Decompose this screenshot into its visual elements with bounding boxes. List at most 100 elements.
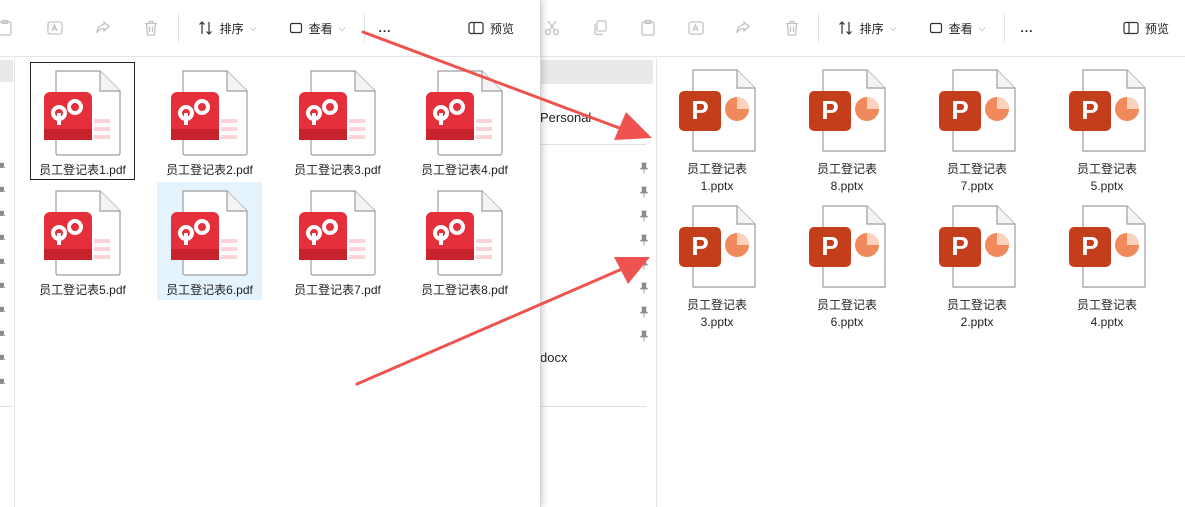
file-name-line2: 4.pptx (1090, 315, 1124, 329)
file-item-pptx[interactable]: P 员工登记表 3.pptx (662, 205, 772, 335)
pin-icon (0, 282, 6, 288)
file-name: 员工登记表7.pdf (294, 283, 381, 297)
sort-icon (838, 21, 852, 35)
view-icon (929, 22, 942, 34)
file-item-pdf[interactable]: 员工登记表5.pdf (30, 182, 135, 300)
cut-icon[interactable] (538, 14, 566, 42)
file-name-line1: 员工登记表 (946, 162, 1007, 176)
pdf-file-icon (44, 70, 121, 156)
pin-icon (0, 330, 6, 336)
file-item-pptx[interactable]: P 员工登记表 7.pptx (922, 69, 1032, 199)
file-name: 员工登记表 3.pptx (662, 297, 772, 331)
pptx-file-icon: P (809, 69, 886, 152)
pptx-file-icon: P (809, 205, 886, 288)
pdf-file-icon (299, 190, 376, 276)
file-item-pptx[interactable]: P 员工登记表 5.pptx (1052, 69, 1162, 199)
pptx-file-icon: P (1069, 69, 1146, 152)
pptx-file-icon: P (679, 205, 756, 288)
file-name-line1: 员工登记表 (686, 162, 747, 176)
file-name-line1: 员工登记表 (816, 162, 877, 176)
sort-label: 排序 (219, 21, 244, 36)
delete-icon[interactable] (139, 14, 163, 42)
file-name-line1: 员工登记表 (686, 298, 747, 312)
svg-text:P: P (1081, 95, 1098, 125)
preview-label: 预览 (489, 21, 514, 36)
nav-item-personal[interactable]: Personal (540, 110, 591, 125)
file-item-pptx[interactable]: P 员工登记表 4.pptx (1052, 205, 1162, 335)
file-item-pdf[interactable]: 员工登记表1.pdf (30, 62, 135, 180)
chevron-down-icon: ⌵ (249, 22, 257, 33)
file-name: 员工登记表 7.pptx (922, 161, 1032, 195)
more-label: ... (378, 21, 392, 35)
file-name: 员工登记表5.pdf (39, 283, 126, 297)
paste-icon[interactable] (0, 14, 14, 42)
explorer-window-left: 排序 ⌵ 查看 ⌵ ... 预览 员工登记表1.pdf 员工登记表2.pdf 员工登… (0, 0, 541, 507)
file-item-pptx[interactable]: P 员工登记表 6.pptx (792, 205, 902, 335)
pin-icon (0, 378, 6, 384)
file-name: 员工登记表 6.pptx (792, 297, 902, 331)
nav-item-docx[interactable]: docx (540, 350, 567, 365)
file-item-pdf[interactable]: 员工登记表2.pdf (157, 62, 262, 180)
pin-icon (0, 234, 6, 240)
file-item-pptx[interactable]: P 员工登记表 1.pptx (662, 69, 772, 199)
sort-button[interactable]: 排序 ⌵ (192, 14, 262, 42)
file-name: 员工登记表 5.pptx (1052, 161, 1162, 195)
file-item-pdf[interactable]: 员工登记表3.pdf (285, 62, 390, 180)
preview-label: 预览 (1144, 21, 1169, 36)
file-item-pdf[interactable]: 员工登记表6.pdf (157, 182, 262, 300)
copy-icon[interactable] (588, 14, 612, 42)
file-name: 员工登记表 4.pptx (1052, 297, 1162, 331)
delete-icon[interactable] (780, 14, 804, 42)
more-label: ... (1020, 21, 1034, 35)
file-name-line2: 6.pptx (830, 315, 864, 329)
pin-icon (0, 258, 6, 264)
svg-text:P: P (821, 95, 838, 125)
file-name-line2: 1.pptx (700, 179, 734, 193)
rename-icon[interactable] (684, 14, 708, 42)
svg-text:P: P (821, 231, 838, 261)
pin-icon (639, 330, 649, 342)
file-name-line2: 7.pptx (960, 179, 994, 193)
pin-icon (639, 162, 649, 174)
file-name: 员工登记表4.pdf (421, 163, 508, 177)
share-icon[interactable] (91, 14, 115, 42)
preview-pane-icon (468, 21, 484, 35)
view-button[interactable]: 查看 ⌵ (284, 14, 350, 42)
paste-icon[interactable] (636, 14, 660, 42)
file-name: 员工登记表 2.pptx (922, 297, 1032, 331)
share-icon[interactable] (731, 14, 755, 42)
svg-text:P: P (691, 231, 708, 261)
file-item-pdf[interactable]: 员工登记表4.pdf (412, 62, 517, 180)
file-name: 员工登记表8.pdf (421, 283, 508, 297)
nav-selected-item[interactable] (0, 60, 13, 82)
file-item-pptx[interactable]: P 员工登记表 8.pptx (792, 69, 902, 199)
pdf-file-icon (171, 70, 248, 156)
sort-button[interactable]: 排序 ⌵ (832, 14, 902, 42)
file-name-line2: 5.pptx (1090, 179, 1124, 193)
view-button[interactable]: 查看 ⌵ (924, 14, 990, 42)
rename-icon[interactable] (43, 14, 67, 42)
svg-text:P: P (691, 95, 708, 125)
more-button[interactable]: ... (1016, 14, 1038, 42)
preview-button[interactable]: 预览 (465, 14, 517, 42)
preview-button[interactable]: 预览 (1120, 14, 1172, 42)
pptx-file-icon: P (679, 69, 756, 152)
file-item-pptx[interactable]: P 员工登记表 2.pptx (922, 205, 1032, 335)
sort-label: 排序 (859, 21, 884, 36)
nav-selected-item[interactable] (538, 60, 653, 84)
pdf-file-icon (44, 190, 121, 276)
file-name: 员工登记表1.pdf (39, 163, 126, 177)
file-item-pdf[interactable]: 员工登记表7.pdf (285, 182, 390, 300)
pdf-file-icon (426, 190, 503, 276)
file-item-pdf[interactable]: 员工登记表8.pdf (412, 182, 517, 300)
file-name-line1: 员工登记表 (816, 298, 877, 312)
chevron-down-icon: ⌵ (338, 22, 346, 33)
view-label: 查看 (308, 21, 333, 36)
pin-icon (639, 258, 649, 270)
file-name-line2: 8.pptx (830, 179, 864, 193)
toolbar: 排序 ⌵ 查看 ⌵ ... 预览 (0, 0, 540, 57)
pin-icon (0, 306, 6, 312)
pin-icon (639, 306, 649, 318)
more-button[interactable]: ... (374, 14, 396, 42)
svg-text:P: P (951, 231, 968, 261)
